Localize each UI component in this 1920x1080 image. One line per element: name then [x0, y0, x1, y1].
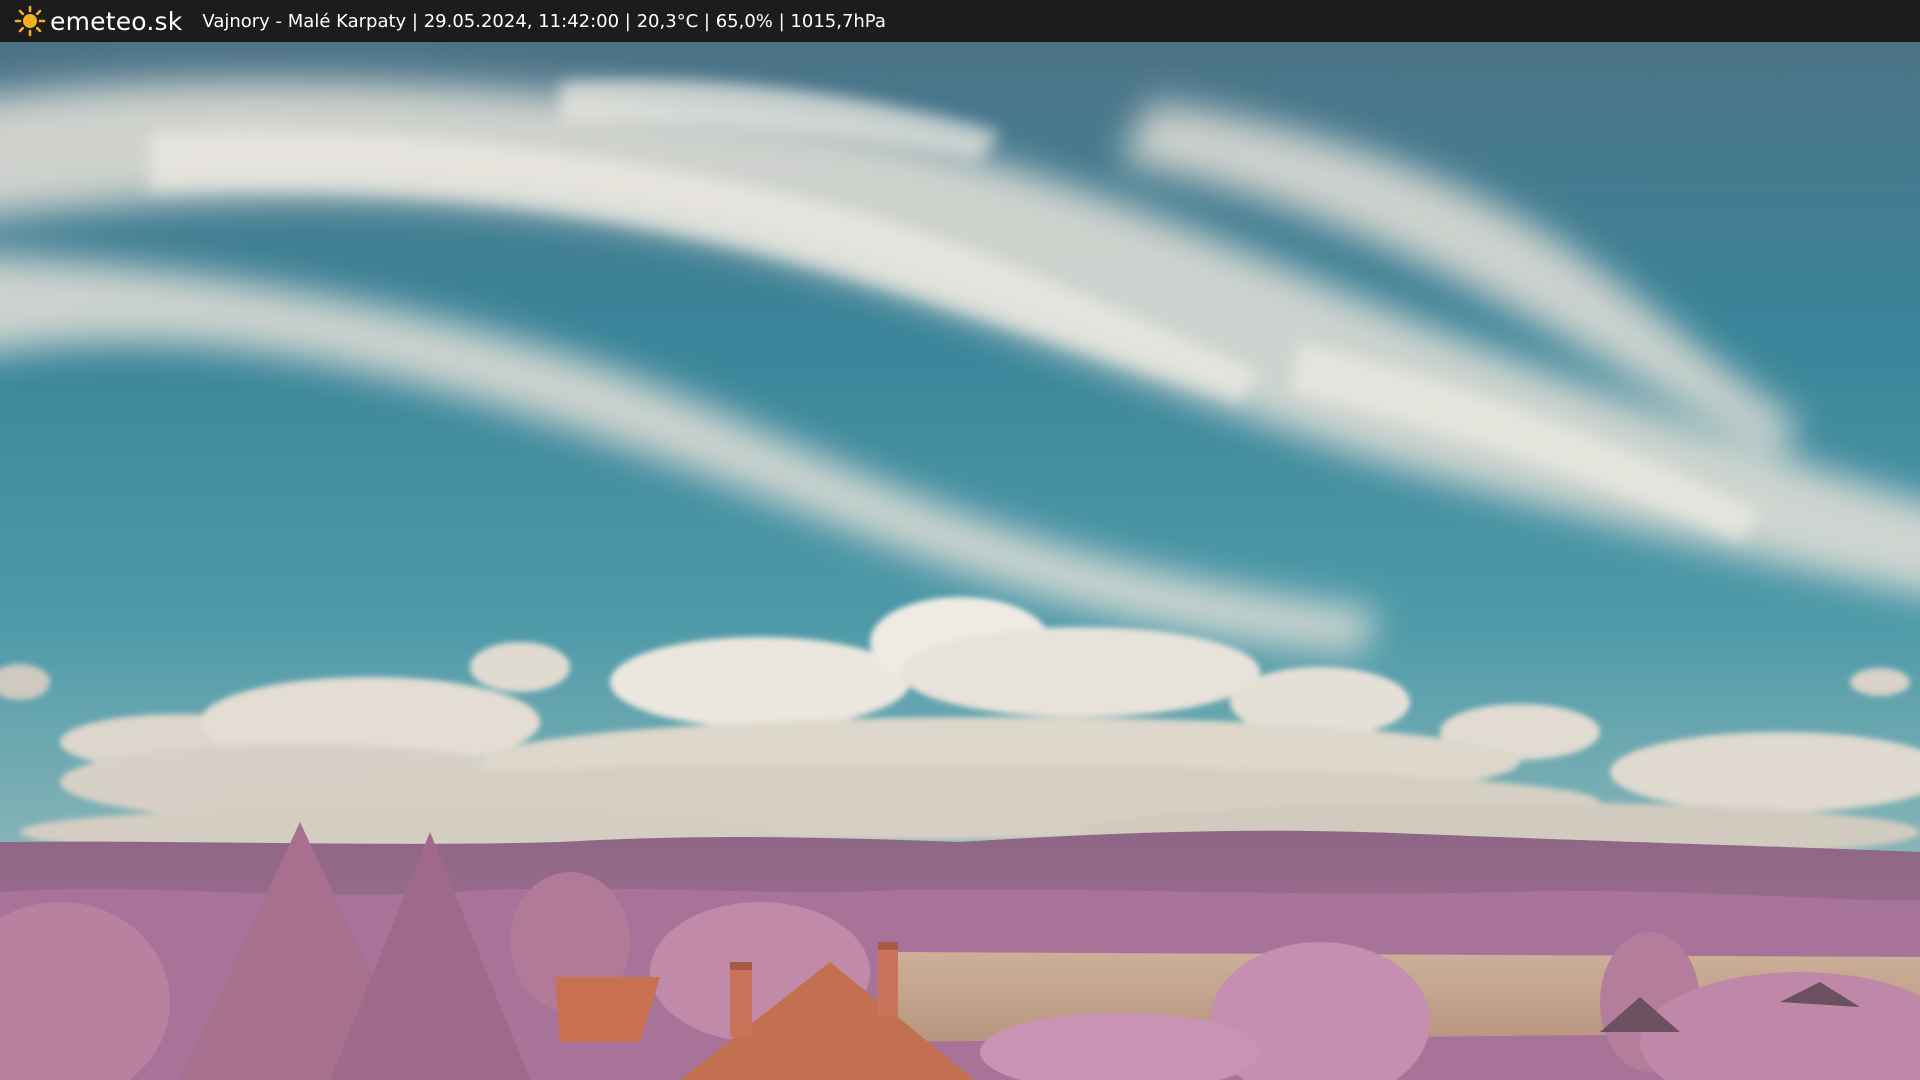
- station-status-line: Vajnory - Malé Karpaty | 29.05.2024, 11:…: [202, 10, 886, 32]
- sun-icon: [14, 5, 46, 37]
- brand-name: emeteo.sk: [50, 6, 183, 36]
- top-info-bar: emeteo.sk Vajnory - Malé Karpaty | 29.05…: [0, 0, 1920, 42]
- brand-logo[interactable]: emeteo.sk: [14, 5, 182, 37]
- webcam-frame: emeteo.sk Vajnory - Malé Karpaty | 29.05…: [0, 0, 1920, 1080]
- webcam-image: [0, 42, 1920, 1080]
